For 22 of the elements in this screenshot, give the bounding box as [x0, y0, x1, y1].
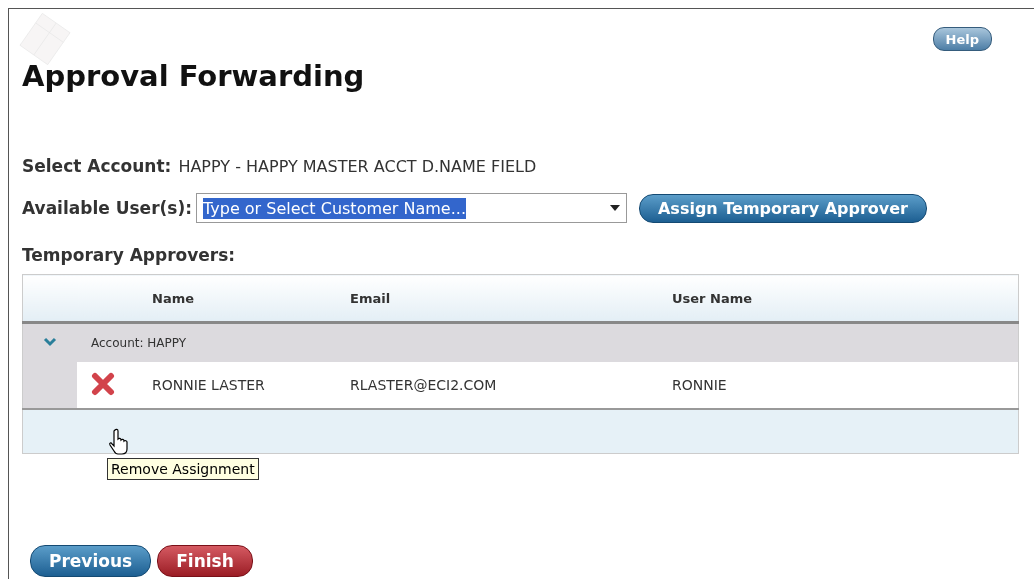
group-label: Account: HAPPY [91, 336, 187, 350]
help-button[interactable]: Help [932, 27, 992, 51]
previous-button[interactable]: Previous [30, 545, 152, 577]
column-header: User Name [672, 290, 753, 306]
page-title: Approval Forwarding [22, 59, 365, 95]
chevron-down-icon[interactable] [43, 337, 57, 347]
table-cell: RLASTER@ECI2.COM [350, 377, 497, 393]
table-cell: RONNIE LASTER [152, 377, 265, 393]
finish-button[interactable]: Finish [157, 545, 253, 577]
dropdown-arrow-icon[interactable] [609, 205, 620, 211]
assign-temporary-approver-button[interactable]: Assign Temporary Approver [638, 193, 927, 223]
select-account-value: HAPPY - HAPPY MASTER ACCT D.NAME FIELD [178, 156, 537, 176]
table-cell: RONNIE [672, 377, 727, 393]
hand-cursor-icon [107, 428, 131, 456]
select-account-label: Select Account: [22, 156, 172, 176]
column-header: Name [152, 290, 194, 306]
available-users-label: Available User(s): [22, 198, 192, 218]
tooltip: Remove Assignment [107, 458, 259, 480]
column-header: Email [350, 290, 391, 306]
remove-icon[interactable] [91, 371, 115, 396]
temporary-approvers-label: Temporary Approvers: [22, 245, 236, 265]
customer-name-field[interactable]: Type or Select Customer Name... [195, 193, 627, 223]
